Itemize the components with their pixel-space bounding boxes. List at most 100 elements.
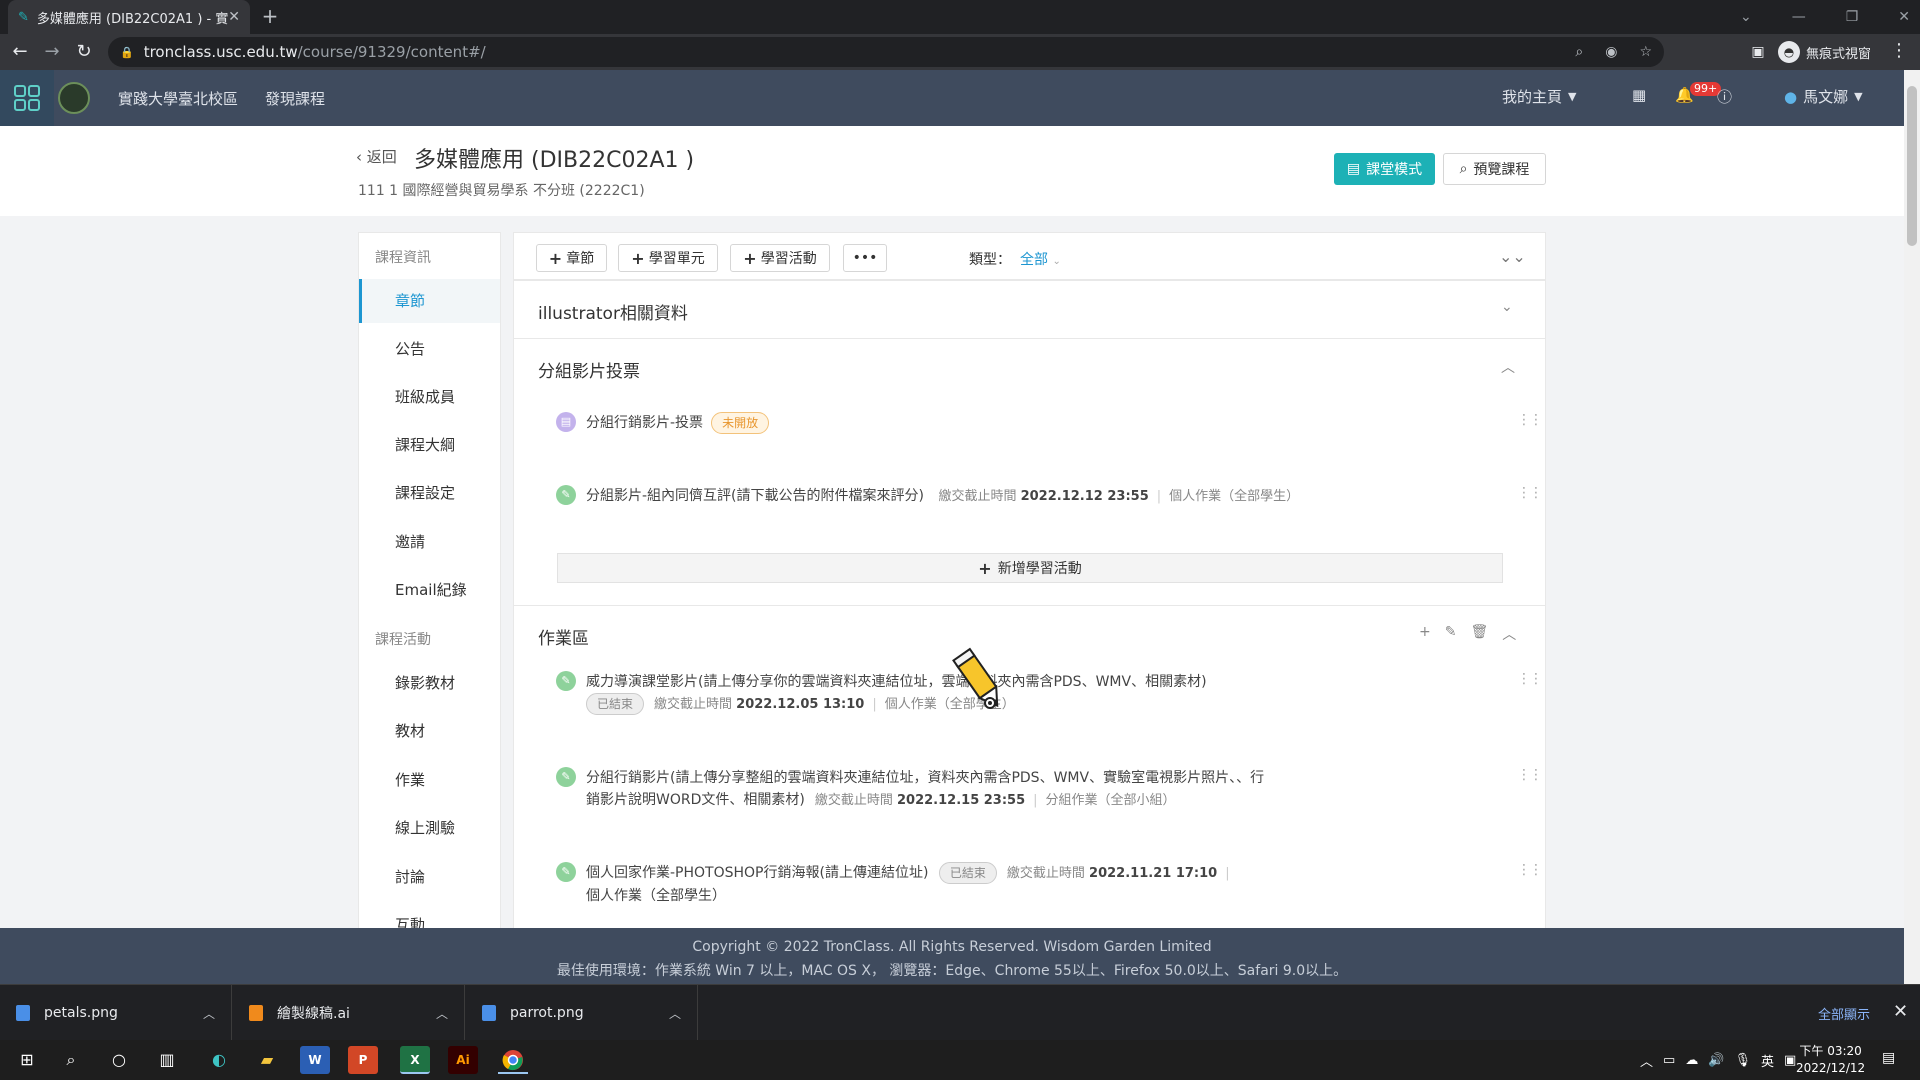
apps-grid-icon[interactable]: [0, 70, 54, 126]
volume-icon[interactable]: 🔊: [1708, 1053, 1724, 1068]
tray-expand-icon[interactable]: ︿: [1640, 1051, 1653, 1070]
nav-discover-courses[interactable]: 發現課程: [265, 88, 325, 109]
scrollbar-thumb[interactable]: [1907, 86, 1917, 246]
minimize-icon[interactable]: —: [1792, 9, 1806, 25]
drag-handle-icon[interactable]: ⋮⋮: [1517, 671, 1543, 687]
chevron-up-icon[interactable]: ︿: [1502, 624, 1516, 644]
close-tab-icon[interactable]: ✕: [228, 9, 240, 25]
collapse-all-icon[interactable]: ⌄⌄: [1499, 247, 1526, 266]
sidebar-item-members[interactable]: 班級成員: [359, 375, 500, 419]
download-item[interactable]: petals.png ︿: [0, 985, 232, 1041]
zoom-icon[interactable]: ⌕: [1575, 44, 1583, 60]
language-icon[interactable]: ▣: [1784, 1053, 1796, 1068]
cloud-icon[interactable]: ☁: [1685, 1053, 1698, 1068]
activity-item[interactable]: ▤ 分組行銷影片-投票 未開放: [556, 412, 1496, 434]
bookmark-star-icon[interactable]: ☆: [1639, 44, 1652, 60]
sidebar-item-email-log[interactable]: Email紀錄: [359, 568, 500, 612]
chapter-title[interactable]: 分組影片投票: [538, 357, 640, 382]
class-mode-button[interactable]: ▤ 課堂模式: [1334, 153, 1435, 185]
deadline-label: 繳交截止時間: [654, 697, 733, 712]
close-icon[interactable]: ✕: [1893, 1001, 1908, 1022]
ime-indicator[interactable]: 英: [1761, 1051, 1774, 1070]
word-icon[interactable]: W: [300, 1046, 330, 1074]
chapter-title[interactable]: illustrator相關資料: [538, 299, 688, 324]
type-filter-select[interactable]: 全部 ⌄: [1020, 249, 1061, 269]
incognito-profile[interactable]: ◓ 無痕式視窗: [1778, 39, 1871, 65]
activity-item[interactable]: ✎ 個人回家作業-PHOTOSHOP行銷海報(請上傳連結位址) 已結束 繳交截止時…: [556, 862, 1496, 907]
show-all-downloads[interactable]: 全部顯示: [1818, 1004, 1870, 1023]
help-icon[interactable]: ⓘ: [1717, 86, 1732, 107]
powerpoint-icon[interactable]: P: [348, 1046, 378, 1074]
page-footer: Copyright © 2022 TronClass. All Rights R…: [0, 928, 1904, 984]
drag-handle-icon[interactable]: ⋮⋮: [1517, 862, 1543, 878]
back-label: 返回: [366, 148, 397, 166]
chevron-down-icon[interactable]: ⌄: [1501, 299, 1513, 315]
chevron-up-icon[interactable]: ︿: [1501, 357, 1515, 377]
forward-arrow-icon[interactable]: →: [40, 40, 64, 64]
activity-item[interactable]: ✎ 分組影片-組內同儕互評(請下載公告的附件檔案來評分) 繳交截止時間 2022…: [556, 485, 1496, 508]
drag-handle-icon[interactable]: ⋮⋮: [1517, 412, 1543, 428]
new-tab-button[interactable]: +: [258, 5, 282, 29]
preview-course-button[interactable]: ⌕ 預覽課程: [1443, 153, 1546, 185]
address-bar[interactable]: 🔒 tronclass.usc.edu.tw /course/91329/con…: [108, 37, 1664, 67]
school-logo[interactable]: [58, 82, 90, 114]
add-activity-button[interactable]: + 學習活動: [730, 244, 830, 272]
task-view-icon[interactable]: ▥: [152, 1046, 182, 1074]
edit-icon[interactable]: ✎: [1445, 624, 1457, 644]
back-link[interactable]: ‹ 返回: [356, 146, 397, 167]
chevron-up-icon[interactable]: ︿: [203, 1005, 215, 1022]
tab-search-icon[interactable]: ⌄: [1740, 9, 1752, 25]
sidebar-item-videos[interactable]: 錄影教材: [359, 661, 500, 705]
calendar-icon[interactable]: ▦: [1632, 86, 1646, 104]
trash-icon[interactable]: 🗑: [1470, 624, 1488, 644]
sidebar-item-settings[interactable]: 課程設定: [359, 471, 500, 515]
new-activity-button[interactable]: + 新增學習活動: [557, 553, 1503, 583]
chapter-title[interactable]: 作業區: [538, 624, 589, 649]
sidebar-item-materials[interactable]: 教材: [359, 709, 500, 753]
chrome-icon[interactable]: [498, 1046, 528, 1074]
sidebar-item-quiz[interactable]: 線上測驗: [359, 806, 500, 850]
search-icon[interactable]: ⌕: [56, 1046, 86, 1074]
restore-icon[interactable]: ❐: [1846, 9, 1859, 25]
chevron-up-icon[interactable]: ︿: [669, 1005, 681, 1022]
sidebar-item-homework[interactable]: 作業: [359, 758, 500, 802]
file-explorer-icon[interactable]: ▰: [252, 1046, 282, 1074]
excel-icon[interactable]: X: [400, 1046, 430, 1074]
sidebar-item-syllabus[interactable]: 課程大綱: [359, 423, 500, 467]
close-window-icon[interactable]: ✕: [1898, 9, 1910, 25]
activity-item[interactable]: ✎ 威力導演課堂影片(請上傳分享你的雲端資料夾連結位址，雲端資料夾內需含PDS、…: [556, 671, 1496, 716]
side-panel-icon[interactable]: ▣: [1746, 40, 1770, 64]
download-item[interactable]: parrot.png ︿: [466, 985, 698, 1041]
nav-campus[interactable]: 實踐大學臺北校區: [118, 88, 238, 109]
back-arrow-icon[interactable]: ←: [8, 40, 32, 64]
windows-start-icon[interactable]: ⊞: [12, 1046, 42, 1074]
activity-item[interactable]: ✎ 分組行銷影片(請上傳分享整組的雲端資料夾連結位址，資料夾內需含PDS、WMV…: [556, 767, 1496, 812]
sidebar-item-announcements[interactable]: 公告: [359, 327, 500, 371]
action-center-icon[interactable]: ▤: [1882, 1050, 1895, 1066]
sidebar-item-discussion[interactable]: 討論: [359, 855, 500, 899]
more-button[interactable]: •••: [843, 244, 887, 272]
cortana-icon[interactable]: ○: [104, 1046, 134, 1074]
clock[interactable]: 下午 03:20 2022/12/12: [1796, 1043, 1865, 1077]
user-menu[interactable]: ● 馬文娜 ▼: [1784, 86, 1863, 107]
network-icon[interactable]: ▭: [1663, 1053, 1675, 1068]
my-home-menu[interactable]: 我的主頁 ▼: [1502, 86, 1576, 107]
add-icon[interactable]: +: [1419, 624, 1431, 644]
add-unit-button[interactable]: + 學習單元: [618, 244, 718, 272]
page-scrollbar[interactable]: [1904, 70, 1920, 984]
edge-icon[interactable]: ◐: [204, 1046, 234, 1074]
chevron-up-icon[interactable]: ︿: [436, 1005, 448, 1022]
drag-handle-icon[interactable]: ⋮⋮: [1517, 485, 1543, 501]
drag-handle-icon[interactable]: ⋮⋮: [1517, 767, 1543, 783]
reload-icon[interactable]: ↻: [72, 40, 96, 64]
download-item[interactable]: 繪製線稿.ai ︿: [233, 985, 465, 1041]
sidebar-item-chapters[interactable]: 章節: [359, 279, 500, 323]
microphone-icon[interactable]: 🎙: [1735, 1053, 1752, 1068]
illustrator-icon[interactable]: Ai: [448, 1046, 478, 1074]
tracking-eye-icon[interactable]: ◉: [1605, 44, 1617, 60]
browser-menu-icon[interactable]: ⋮: [1890, 40, 1908, 61]
sidebar-section-info: 課程資訊: [375, 250, 431, 266]
browser-tab[interactable]: ✎ 多媒體應用 (DIB22C02A1 ) - 實踐 ✕: [8, 0, 250, 34]
add-chapter-button[interactable]: + 章節: [536, 244, 607, 272]
sidebar-item-invite[interactable]: 邀請: [359, 520, 500, 564]
